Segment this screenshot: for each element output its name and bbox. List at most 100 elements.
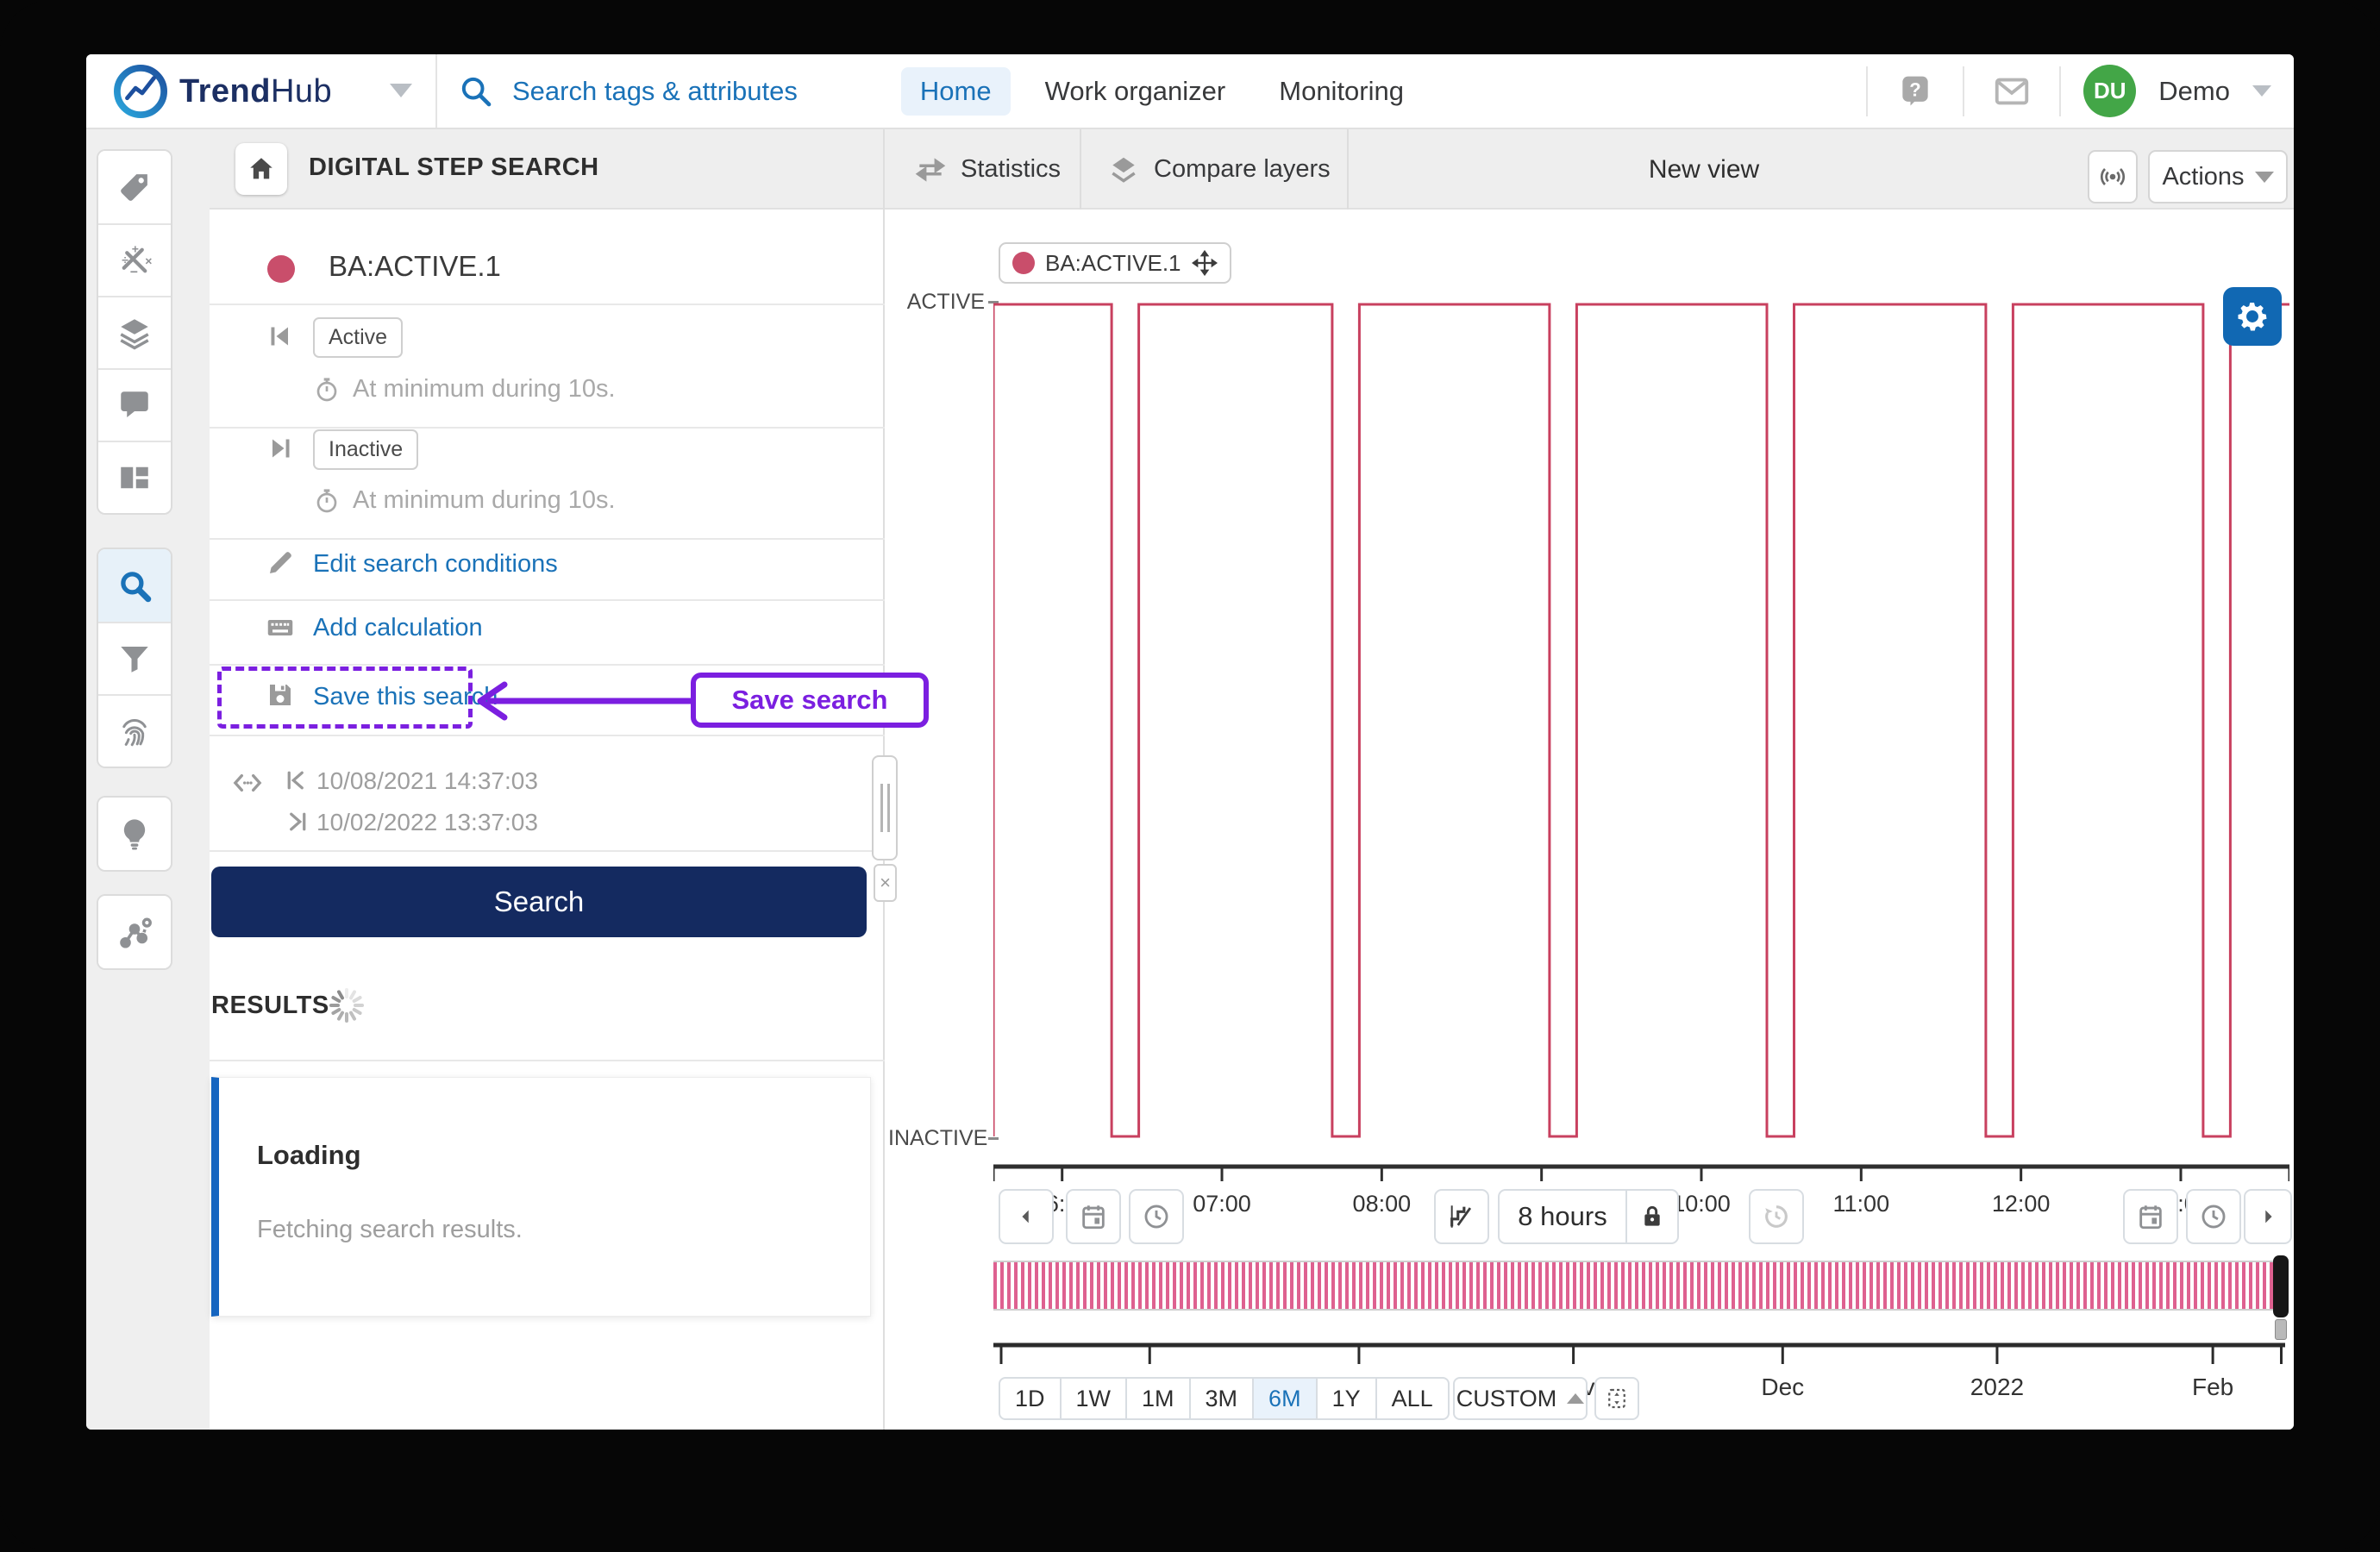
actions-button[interactable]: Actions	[2148, 150, 2288, 203]
range-end-value: 10/02/2022 13:37:03	[316, 809, 538, 835]
fit-range-button[interactable]	[1594, 1377, 1639, 1420]
messages-button[interactable]	[1987, 66, 2037, 116]
nav-work-organizer[interactable]: Work organizer	[1026, 67, 1245, 116]
panel-home-button[interactable]	[235, 143, 287, 195]
zoom-preset-3m[interactable]: 3M	[1190, 1377, 1255, 1420]
funnel-icon	[121, 647, 148, 673]
pan-left-button[interactable]	[999, 1189, 1054, 1244]
zoom-preset-all[interactable]: ALL	[1376, 1377, 1450, 1420]
arrow-left-icon	[1022, 1210, 1029, 1223]
results-heading: RESULTS	[211, 992, 329, 1019]
topbar-divider	[1963, 66, 1965, 116]
zoom-preset-group: 1D 1W 1M 3M 6M 1Y ALL	[999, 1377, 1450, 1420]
help-icon: ?	[1902, 76, 1928, 105]
spinner-spoke	[349, 1011, 356, 1021]
clock-icon	[2202, 1205, 2226, 1229]
condition-state-chip[interactable]: Inactive	[313, 429, 419, 470]
chart-settings-button[interactable]	[2223, 287, 2282, 346]
edit-search-conditions-link[interactable]: Edit search conditions	[313, 550, 558, 579]
loading-message: Fetching search results.	[257, 1216, 523, 1243]
custom-range-button[interactable]: CUSTOM	[1453, 1377, 1588, 1420]
layers-icon	[120, 319, 149, 350]
zoom-preset-1y[interactable]: 1Y	[1317, 1377, 1377, 1420]
compare-layers-label: Compare layers	[1154, 155, 1331, 183]
stopwatch-icon	[316, 377, 337, 401]
calculation-icon: + ÷ ×−	[122, 242, 152, 278]
pan-right-button[interactable]	[2244, 1189, 2292, 1244]
divider	[210, 1060, 885, 1061]
app-logo[interactable]: TrendHub	[114, 63, 332, 120]
divider	[210, 850, 885, 852]
nav-monitoring[interactable]: Monitoring	[1260, 67, 1423, 116]
scrubber-right-handle[interactable]	[2273, 1255, 2289, 1317]
statistics-button[interactable]: Statistics	[892, 129, 1083, 210]
rail-calculations-button[interactable]: + ÷ × −	[98, 223, 171, 296]
zoom-preset-1m[interactable]: 1M	[1127, 1377, 1191, 1420]
start-calendar-button[interactable]	[1066, 1189, 1121, 1244]
loading-title: Loading	[257, 1140, 361, 1170]
user-avatar[interactable]: DU	[2083, 65, 2137, 117]
add-calculation-link[interactable]: Add calculation	[313, 614, 483, 642]
divider	[210, 304, 885, 305]
user-name: Demo	[2158, 75, 2230, 106]
step-end-icon	[272, 439, 290, 458]
swap-arrows-icon	[915, 157, 946, 182]
compare-layers-button[interactable]: Compare layers	[1085, 129, 1353, 210]
zoom-preset-6m[interactable]: 6M	[1254, 1377, 1318, 1420]
nav-home[interactable]: Home	[900, 67, 1011, 116]
divider	[210, 538, 885, 540]
help-button[interactable]: ?	[1890, 66, 1940, 116]
zoom-preset-1d[interactable]: 1D	[999, 1377, 1062, 1420]
time-window-duration[interactable]: 8 hours	[1498, 1189, 1625, 1244]
svg-text:÷: ÷	[122, 253, 128, 266]
divider	[210, 735, 885, 736]
digital-step-chart[interactable]: 06:0007:0008:0009:0010:0011:0012:0013:00	[993, 302, 2289, 1233]
end-calendar-button[interactable]	[2123, 1189, 2178, 1244]
rail-context-graph-button[interactable]	[98, 896, 171, 968]
calendar-icon	[2139, 1205, 2162, 1230]
rail-tags-button[interactable]	[98, 151, 171, 223]
rail-ideas-button[interactable]	[98, 798, 171, 870]
series-legend-chip[interactable]: BA:ACTIVE.1	[999, 242, 1231, 284]
topbar-right-group: ? DU Demo	[1866, 54, 2271, 128]
trendhub-app-window: TrendHub Search tags & attributes Home W…	[86, 54, 2294, 1430]
rail-comments-button[interactable]	[98, 368, 171, 441]
chart-type-button[interactable]	[1434, 1189, 1489, 1244]
overview-scrubber[interactable]	[993, 1255, 2289, 1340]
condition-state-chip[interactable]: Active	[313, 317, 404, 358]
topbar-divider	[435, 54, 437, 128]
panel-splitter-handle[interactable]	[872, 755, 898, 860]
brand-dropdown-caret-icon[interactable]	[390, 84, 412, 97]
tag-name: BA:ACTIVE.1	[329, 250, 501, 282]
search-button[interactable]: Search	[211, 867, 867, 937]
lightbulb-icon	[123, 819, 146, 850]
rail-filters-button[interactable]	[98, 622, 171, 694]
toolbar-divider	[1080, 129, 1081, 210]
rail-layers-button[interactable]	[98, 296, 171, 368]
end-time-button[interactable]	[2186, 1189, 2241, 1244]
mail-icon	[1995, 78, 2029, 104]
move-icon	[1191, 250, 1218, 276]
brand-name: TrendHub	[179, 72, 333, 110]
user-menu-caret-icon[interactable]	[2252, 85, 2271, 97]
start-time-button[interactable]	[1129, 1189, 1184, 1244]
panel-close-button[interactable]: ×	[874, 864, 897, 902]
tag-color-dot	[267, 255, 295, 283]
zoom-preset-1w[interactable]: 1W	[1061, 1377, 1128, 1420]
save-icon	[270, 685, 291, 705]
y-axis-label-active: ACTIVE	[906, 290, 985, 314]
actions-label: Actions	[2162, 162, 2245, 191]
statistics-label: Statistics	[961, 155, 1062, 183]
history-button[interactable]	[1749, 1189, 1804, 1244]
home-icon	[250, 158, 272, 179]
divider	[210, 664, 885, 666]
toolbar-divider	[1347, 129, 1349, 210]
global-search-input[interactable]: Search tags & attributes	[459, 54, 798, 128]
tag-icon	[121, 174, 147, 201]
live-broadcast-button[interactable]	[2088, 150, 2138, 203]
rail-fingerprint-button[interactable]	[98, 694, 171, 767]
rail-search-button[interactable]	[98, 549, 171, 622]
top-bar: TrendHub Search tags & attributes Home W…	[86, 54, 2294, 129]
rail-dashboards-button[interactable]	[98, 441, 171, 513]
lock-window-button[interactable]	[1625, 1189, 1679, 1244]
